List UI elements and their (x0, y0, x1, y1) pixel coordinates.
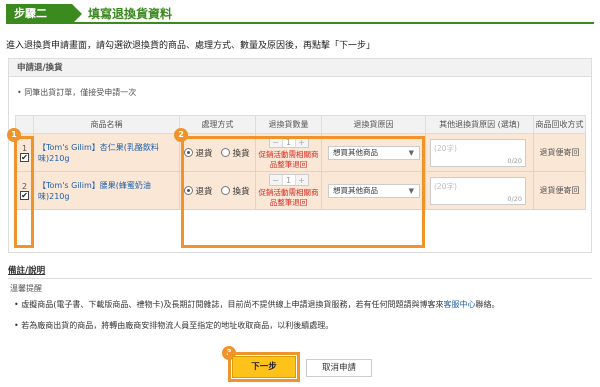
header-reason: 退換貨原因 (321, 115, 426, 134)
return-method: 退貨便寄回 (533, 133, 586, 172)
options-highlight (181, 136, 425, 248)
instruction-text: 進入退換貨申請畫面，請勾選欲退換貨的商品、處理方式、數量及原因後，再點擊「下一步… (6, 41, 376, 51)
other-reason-textarea[interactable]: (20字) 0/20 (430, 138, 526, 167)
panel-title: 申請退/換貨 (9, 59, 591, 77)
header-product-name: 商品名稱 (33, 115, 180, 134)
remarks-divider (8, 278, 592, 279)
callout-1: 1 (7, 128, 21, 142)
panel-note: • 同筆出貨訂單，僅接受申請一次 (17, 88, 137, 97)
cancel-button[interactable]: 取消申請 (306, 359, 372, 377)
step-badge: 步驟二 (6, 4, 82, 24)
char-counter: 0/20 (507, 156, 522, 165)
step-title: 填寫退換貨資料 (88, 7, 173, 21)
remark-line1-text: • 虛擬商品(電子書、下載版商品、禮物卡)及長期訂閱雜誌，目前尚不提供線上申請退… (14, 300, 444, 309)
checkbox-highlight (14, 136, 34, 248)
other-reason-placeholder: (20字) (434, 143, 457, 153)
remarks-title: 備註/說明 (8, 266, 46, 276)
step-header: 步驟二 填寫退換貨資料 (6, 4, 594, 24)
product-name-link[interactable]: 【Tom's Gilim】腰果(蜂蜜奶油味)210g (33, 171, 180, 210)
remark-line1-end: 聯絡。 (475, 300, 500, 309)
remark-virtual-goods: • 虛擬商品(電子書、下載版商品、禮物卡)及長期訂閱雜誌，目前尚不提供線上申請退… (14, 299, 500, 310)
remark-vendor-shipping: • 若為廠商出貨的商品，將轉由廠商安排物流人員至指定的地址收取商品，以利後續處理… (14, 321, 334, 330)
return-method: 退貨便寄回 (533, 171, 586, 210)
product-name-link[interactable]: 【Tom's Gilim】杏仁果(乳酪飲料味)210g (33, 133, 180, 172)
header-handling: 處理方式 (179, 115, 256, 134)
header-other-reason: 其他退換貨原因 (選填) (425, 115, 534, 134)
other-reason-cell: (20字) 0/20 (425, 133, 534, 172)
header-return-method: 商品回收方式 (533, 115, 586, 134)
other-reason-textarea[interactable]: (20字) 0/20 (430, 176, 526, 205)
char-counter: 0/20 (507, 194, 522, 203)
customer-service-link[interactable]: 客服中心 (444, 300, 476, 309)
next-button[interactable]: 下一步 (232, 356, 296, 378)
remarks-subtitle: 溫馨提醒 (10, 284, 42, 293)
callout-2: 2 (174, 128, 188, 142)
other-reason-placeholder: (20字) (434, 181, 457, 191)
other-reason-cell: (20字) 0/20 (425, 171, 534, 210)
table-header-row: 商品名稱 處理方式 退換貨數量 退換貨原因 其他退換貨原因 (選填) 商品回收方… (15, 115, 586, 134)
header-quantity: 退換貨數量 (255, 115, 322, 134)
